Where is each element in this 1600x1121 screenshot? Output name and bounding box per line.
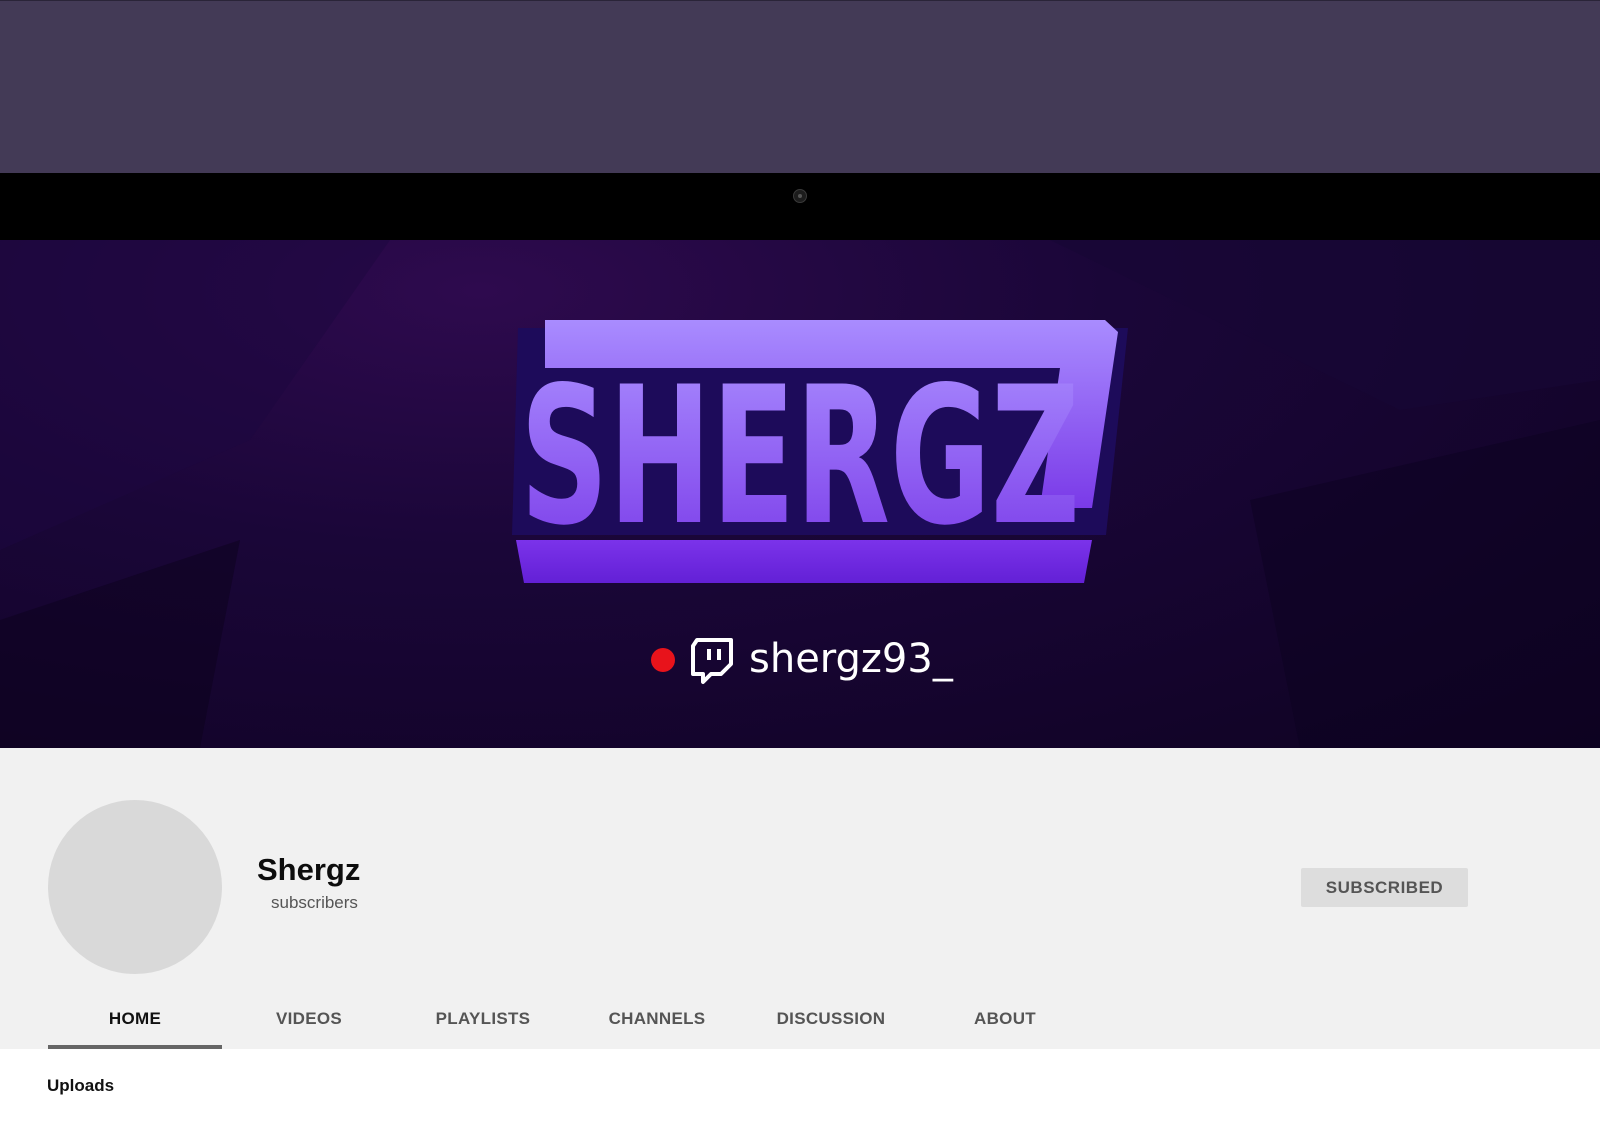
channel-title: Shergz (257, 852, 361, 887)
twitch-icon (691, 638, 733, 684)
banner-art: SHERGZ shergz93_ (0, 240, 1600, 748)
twitch-handle: shergz93_ (749, 636, 954, 682)
logo-text: SHERGZ (520, 346, 1080, 567)
tab-videos[interactable]: VIDEOS (222, 1000, 396, 1049)
uploads-section-title[interactable]: Uploads (47, 1076, 114, 1096)
tab-home[interactable]: HOME (48, 1000, 222, 1049)
device-top-band (0, 0, 1600, 173)
camera-icon (793, 189, 807, 203)
channel-header: Shergz subscribers SUBSCRIBED HOME VIDEO… (0, 748, 1600, 1049)
avatar[interactable] (48, 800, 222, 974)
channel-banner: SHERGZ shergz93_ (0, 240, 1600, 748)
live-dot-icon (651, 648, 675, 672)
subscribe-button[interactable]: SUBSCRIBED (1301, 868, 1468, 907)
subscriber-count: subscribers (271, 893, 358, 912)
tab-playlists[interactable]: PLAYLISTS (396, 1000, 570, 1049)
tab-channels[interactable]: CHANNELS (570, 1000, 744, 1049)
device-bezel (0, 173, 1600, 240)
tab-discussion[interactable]: DISCUSSION (744, 1000, 918, 1049)
tab-about[interactable]: ABOUT (918, 1000, 1092, 1049)
